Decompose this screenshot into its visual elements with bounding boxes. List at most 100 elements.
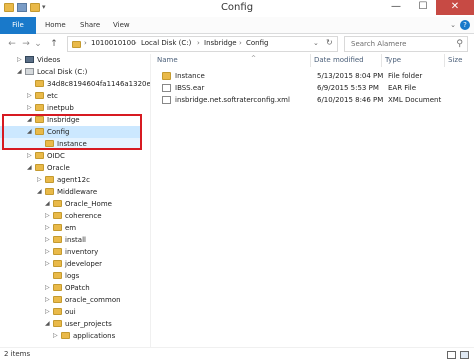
tree-item[interactable]: 34d8c8194604fa1146a1320e32	[27, 78, 150, 90]
expand-ribbon-icon[interactable]: ⌄	[450, 21, 456, 29]
expand-arrow-icon[interactable]: ▷	[53, 330, 60, 342]
expand-arrow-icon[interactable]: ▷	[37, 174, 44, 186]
folder-icon	[35, 92, 44, 99]
folder-icon	[53, 200, 62, 207]
tree-item-label: etc	[47, 92, 58, 100]
tree-item-label: OIDC	[47, 152, 65, 160]
column-header-type[interactable]: Type	[383, 54, 445, 67]
expand-arrow-icon[interactable]: ▷	[45, 210, 52, 222]
collapse-arrow-icon[interactable]: ◢	[27, 162, 34, 174]
breadcrumb-local-disk[interactable]: Local Disk (C:)	[141, 39, 191, 47]
file-icon	[162, 84, 171, 92]
expand-arrow-icon[interactable]: ▷	[45, 282, 52, 294]
folder-icon	[35, 104, 44, 111]
tree-item-label: oracle_common	[65, 296, 121, 304]
file-list[interactable]: Name ^ Date modified Type Size Instance …	[155, 54, 474, 347]
folder-icon	[53, 248, 62, 255]
expand-arrow-icon[interactable]: ▷	[45, 258, 52, 270]
expand-arrow-icon[interactable]: ▷	[27, 150, 34, 162]
expand-arrow-icon[interactable]: ▷	[45, 246, 52, 258]
collapse-arrow-icon[interactable]: ◢	[45, 198, 52, 210]
folder-icon	[72, 41, 81, 48]
tree-item[interactable]: ▷ oracle_common	[45, 294, 121, 306]
address-bar[interactable]: › 1010010100 › Local Disk (C:) › Insbrid…	[67, 36, 338, 52]
tree-item[interactable]: ◢ user_projects	[45, 318, 112, 330]
expand-arrow-icon[interactable]: ▷	[27, 90, 34, 102]
expand-arrow-icon[interactable]: ▷	[45, 294, 52, 306]
tab-share[interactable]: Share	[80, 17, 100, 34]
file-row[interactable]: IBSS.ear 6/9/2015 5:53 PM EAR File	[158, 82, 470, 94]
file-date: 6/9/2015 5:53 PM	[317, 84, 379, 92]
close-button[interactable]: ✕	[436, 0, 474, 15]
tree-item[interactable]: ◢ Local Disk (C:)	[17, 66, 87, 78]
refresh-icon[interactable]: ↻	[326, 38, 333, 47]
column-name-label: Name	[157, 56, 178, 64]
tree-item[interactable]: ▷ em	[45, 222, 76, 234]
tree-item[interactable]: ▷ OIDC	[27, 150, 65, 162]
tree-item[interactable]: ▷ inventory	[45, 246, 98, 258]
ribbon: File Home Share View ⌄ ?	[0, 17, 474, 34]
file-date: 5/13/2015 8:04 PM	[317, 72, 384, 80]
large-icons-view-icon[interactable]	[460, 351, 469, 359]
tree-item[interactable]: ▷ inetpub	[27, 102, 74, 114]
file-name: Instance	[175, 72, 205, 80]
tree-item[interactable]: ▷ oui	[45, 306, 76, 318]
maximize-button[interactable]: ☐	[410, 0, 436, 15]
tab-file[interactable]: File	[0, 17, 36, 34]
collapse-arrow-icon[interactable]: ◢	[45, 318, 52, 330]
pane-divider[interactable]	[150, 54, 151, 347]
folder-icon	[53, 260, 62, 267]
file-name: insbridge.net.softraterconfig.xml	[175, 96, 290, 104]
folder-icon	[35, 152, 44, 159]
recent-locations-button[interactable]: ⌄	[34, 38, 42, 50]
tab-view[interactable]: View	[113, 17, 130, 34]
folder-icon	[53, 236, 62, 243]
collapse-arrow-icon[interactable]: ◢	[37, 186, 44, 198]
tree-item[interactable]: ▷ coherence	[45, 210, 102, 222]
column-header-name[interactable]: Name ^	[155, 54, 311, 67]
breadcrumb-insbridge[interactable]: Insbridge	[204, 39, 237, 47]
navigation-pane[interactable]: ▷ Videos ◢ Local Disk (C:) 34d8c8194604fa114…	[0, 54, 150, 347]
expand-arrow-icon[interactable]: ▷	[45, 222, 52, 234]
collapse-arrow-icon[interactable]: ◢	[17, 66, 24, 78]
search-icon[interactable]: ⚲	[456, 39, 463, 49]
up-button[interactable]: ↑	[48, 38, 60, 50]
column-header-size[interactable]: Size	[446, 54, 474, 67]
address-dropdown-icon[interactable]: ⌄	[313, 39, 319, 47]
tree-item[interactable]: logs	[45, 270, 79, 282]
breadcrumb-computer[interactable]: 1010010100	[91, 39, 136, 47]
search-input[interactable]: Search Alamere ⚲	[344, 36, 468, 52]
file-row[interactable]: insbridge.net.softraterconfig.xml 6/10/2…	[158, 94, 470, 106]
tab-home[interactable]: Home	[45, 17, 66, 34]
tree-item-label: Local Disk (C:)	[37, 68, 88, 76]
minimize-button[interactable]: —	[383, 0, 409, 15]
tree-item[interactable]: ◢ Oracle	[27, 162, 70, 174]
expand-arrow-icon[interactable]: ▷	[45, 306, 52, 318]
help-icon[interactable]: ?	[460, 20, 470, 30]
expand-arrow-icon[interactable]: ▷	[17, 54, 24, 66]
file-name: IBSS.ear	[175, 84, 205, 92]
column-header-date[interactable]: Date modified	[312, 54, 382, 67]
tree-item-label: 34d8c8194604fa1146a1320e32	[47, 80, 150, 88]
tree-item[interactable]: ▷ applications	[53, 330, 115, 342]
tree-item[interactable]: ▷ OPatch	[45, 282, 90, 294]
tree-item[interactable]: ▷ agent12c	[37, 174, 90, 186]
tree-item[interactable]: ▷ install	[45, 234, 86, 246]
expand-arrow-icon[interactable]: ▷	[45, 234, 52, 246]
tree-item[interactable]: ▷ Videos	[17, 54, 60, 66]
tree-item[interactable]: ▷ jdeveloper	[45, 258, 102, 270]
breadcrumb-config[interactable]: Config	[246, 39, 268, 47]
tree-item[interactable]: ▷ etc	[27, 90, 58, 102]
folder-icon	[45, 188, 54, 195]
details-view-icon[interactable]	[447, 351, 456, 359]
tree-item-label: applications	[73, 332, 116, 340]
red-annotation-box	[2, 114, 142, 150]
file-row[interactable]: Instance 5/13/2015 8:04 PM File folder	[158, 70, 470, 82]
tree-item[interactable]: ◢ Middleware	[37, 186, 97, 198]
folder-icon	[35, 164, 44, 171]
back-button[interactable]: ←	[6, 38, 18, 50]
forward-button[interactable]: →	[20, 38, 32, 50]
tree-item-label: Oracle	[47, 164, 70, 172]
tree-item[interactable]: ◢ Oracle_Home	[45, 198, 112, 210]
expand-arrow-icon[interactable]: ▷	[27, 102, 34, 114]
